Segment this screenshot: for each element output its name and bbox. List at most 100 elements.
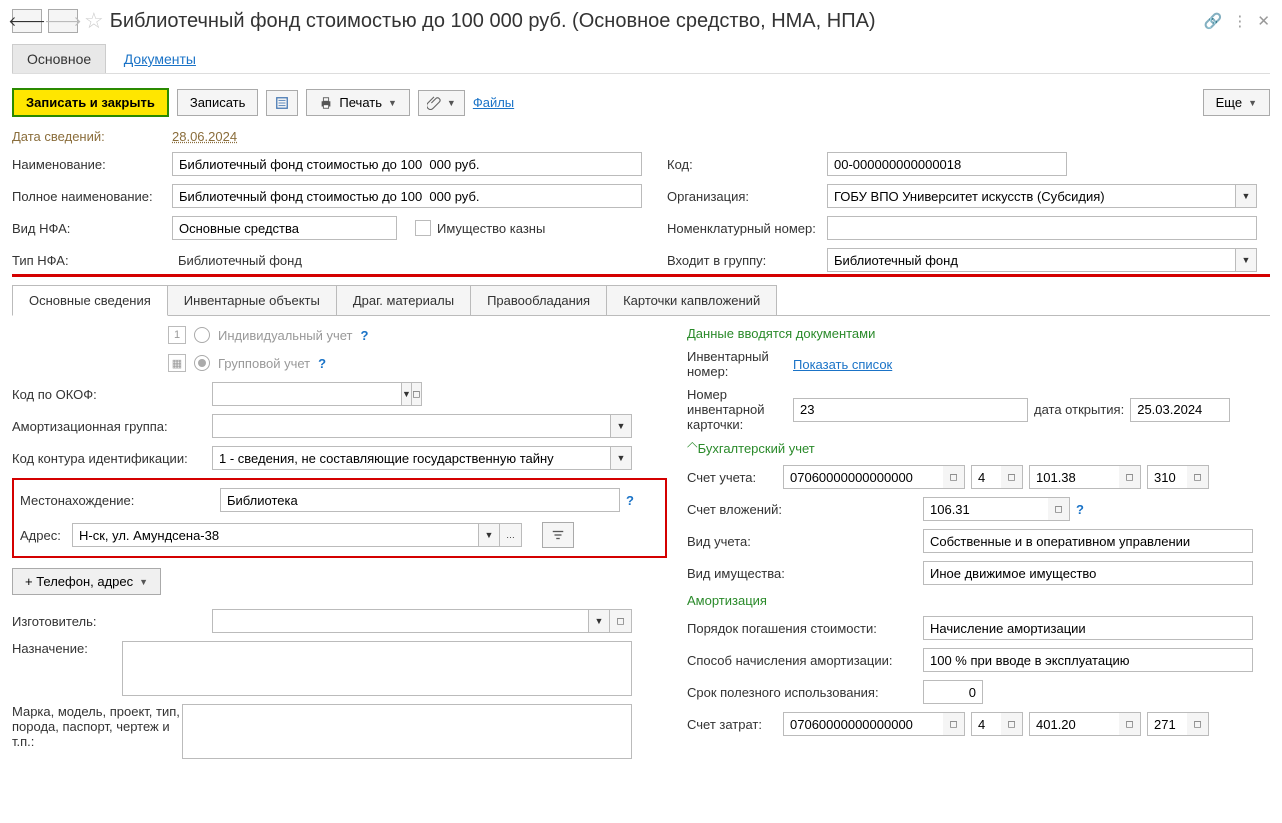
ident-input[interactable] (212, 446, 610, 470)
print-button[interactable]: Печать ▼ (306, 89, 410, 116)
accounting-header[interactable]: Бухгалтерский учет (687, 440, 1270, 457)
group-radio (194, 355, 210, 371)
address-label: Адрес: (20, 528, 72, 543)
acc-input-2[interactable] (971, 465, 1001, 489)
open-button[interactable]: ◻ (943, 712, 965, 736)
maker-open-button[interactable]: ◻ (610, 609, 632, 633)
tab-basic-info[interactable]: Основные сведения (12, 285, 168, 316)
favorite-star-icon[interactable]: ☆ (84, 8, 104, 34)
acc-input-4[interactable] (1147, 465, 1187, 489)
inv-acc-input[interactable] (923, 497, 1048, 521)
prop-input[interactable] (923, 561, 1253, 585)
close-button[interactable]: ✕ (1257, 12, 1270, 30)
cost-input-4[interactable] (1147, 712, 1187, 736)
attach-button[interactable]: ▼ (418, 90, 465, 116)
fullname-input[interactable] (172, 184, 642, 208)
open-button[interactable]: ◻ (1048, 497, 1070, 521)
list-icon-button[interactable] (266, 90, 298, 116)
amort-group-input[interactable] (212, 414, 610, 438)
cost-input-2[interactable] (971, 712, 1001, 736)
card-num-label: Номер инвентарной карточки: (687, 387, 787, 432)
org-input[interactable] (827, 184, 1235, 208)
open-button[interactable]: ◻ (1187, 712, 1209, 736)
maker-input[interactable] (212, 609, 588, 633)
okof-input[interactable] (212, 382, 401, 406)
open-button[interactable]: ◻ (1119, 712, 1141, 736)
amort-group-label: Амортизационная группа: (12, 419, 212, 434)
tab-documents[interactable]: Документы (110, 45, 210, 73)
tab-rights[interactable]: Правообладания (470, 285, 607, 315)
inv-num-label: Инвентарный номер: (687, 349, 787, 379)
help-icon[interactable]: ? (318, 356, 326, 371)
code-input[interactable] (827, 152, 1067, 176)
open-button[interactable]: ◻ (943, 465, 965, 489)
toolbar: Записать и закрыть Записать Печать ▼ ▼ Ф… (12, 88, 1270, 117)
open-button[interactable]: ◻ (1001, 712, 1023, 736)
org-dropdown-button[interactable]: ▼ (1235, 184, 1257, 208)
life-input[interactable] (923, 680, 983, 704)
acc-input-1[interactable] (783, 465, 943, 489)
tab-capex-cards[interactable]: Карточки капвложений (606, 285, 777, 315)
purpose-textarea[interactable] (122, 641, 632, 696)
date-value[interactable]: 28.06.2024 (172, 129, 237, 144)
nfa-type-label: Тип НФА: (12, 253, 172, 268)
add-contact-button[interactable]: + Телефон, адрес ▼ (12, 568, 161, 595)
open-button[interactable]: ◻ (1187, 465, 1209, 489)
open-date-input[interactable] (1130, 398, 1230, 422)
open-button[interactable]: ◻ (1001, 465, 1023, 489)
add-contact-label: + Телефон, адрес (25, 574, 133, 589)
kind-input[interactable] (923, 529, 1253, 553)
tab-inventory-objects[interactable]: Инвентарные объекты (167, 285, 337, 315)
group-dropdown-button[interactable]: ▼ (1235, 248, 1257, 272)
show-list-link[interactable]: Показать список (793, 357, 892, 372)
save-close-button[interactable]: Записать и закрыть (12, 88, 169, 117)
group-input[interactable] (827, 248, 1235, 272)
acc-input-3[interactable] (1029, 465, 1119, 489)
okof-open-button[interactable]: ◻ (412, 382, 422, 406)
save-button[interactable]: Записать (177, 89, 259, 116)
paperclip-icon (427, 96, 441, 110)
tab-main[interactable]: Основное (12, 44, 106, 73)
treasury-checkbox[interactable] (415, 220, 431, 236)
method-label: Способ начисления амортизации: (687, 653, 917, 668)
help-icon[interactable]: ? (1076, 502, 1084, 517)
nav-forward-button: 🡒 (48, 9, 78, 33)
method-input[interactable] (923, 648, 1253, 672)
nav-back-button[interactable]: 🡐 (12, 9, 42, 33)
card-num-input[interactable] (793, 398, 1028, 422)
open-button[interactable]: ◻ (1119, 465, 1141, 489)
location-input[interactable] (220, 488, 620, 512)
more-menu-icon[interactable]: ⋮ (1232, 12, 1247, 30)
tab-precious-materials[interactable]: Драг. материалы (336, 285, 471, 315)
cost-input-1[interactable] (783, 712, 943, 736)
cost-label: Счет затрат: (687, 717, 777, 732)
address-dots-button[interactable]: … (500, 523, 522, 547)
repay-input[interactable] (923, 616, 1253, 640)
address-input[interactable] (72, 523, 478, 547)
help-icon[interactable]: ? (626, 493, 634, 508)
nom-input[interactable] (827, 216, 1257, 240)
lines-icon (551, 528, 565, 542)
name-input[interactable] (172, 152, 642, 176)
address-dropdown-button[interactable]: ▼ (478, 523, 500, 547)
help-icon[interactable]: ? (361, 328, 369, 343)
list-icon (275, 96, 289, 110)
maker-dropdown-button[interactable]: ▼ (588, 609, 610, 633)
maker-label: Изготовитель: (12, 614, 122, 629)
detail-tabs: Основные сведения Инвентарные объекты Др… (12, 285, 1270, 316)
link-icon[interactable]: 🔗 (1204, 12, 1223, 30)
address-menu-button[interactable] (542, 522, 574, 548)
amort-group-dropdown-button[interactable]: ▼ (610, 414, 632, 438)
nfa-kind-input[interactable] (172, 216, 397, 240)
ident-dropdown-button[interactable]: ▼ (610, 446, 632, 470)
more-button[interactable]: Еще ▼ (1203, 89, 1270, 116)
kind-label: Вид учета: (687, 534, 917, 549)
treasury-label: Имущество казны (437, 221, 545, 236)
cost-input-3[interactable] (1029, 712, 1119, 736)
okof-dropdown-button[interactable]: ▼ (401, 382, 412, 406)
files-link[interactable]: Файлы (473, 95, 514, 110)
chevron-down-icon: ▼ (139, 577, 148, 587)
single-mode-icon: 1 (168, 326, 186, 344)
model-textarea[interactable] (182, 704, 632, 759)
group-label: Входит в группу: (667, 253, 827, 268)
